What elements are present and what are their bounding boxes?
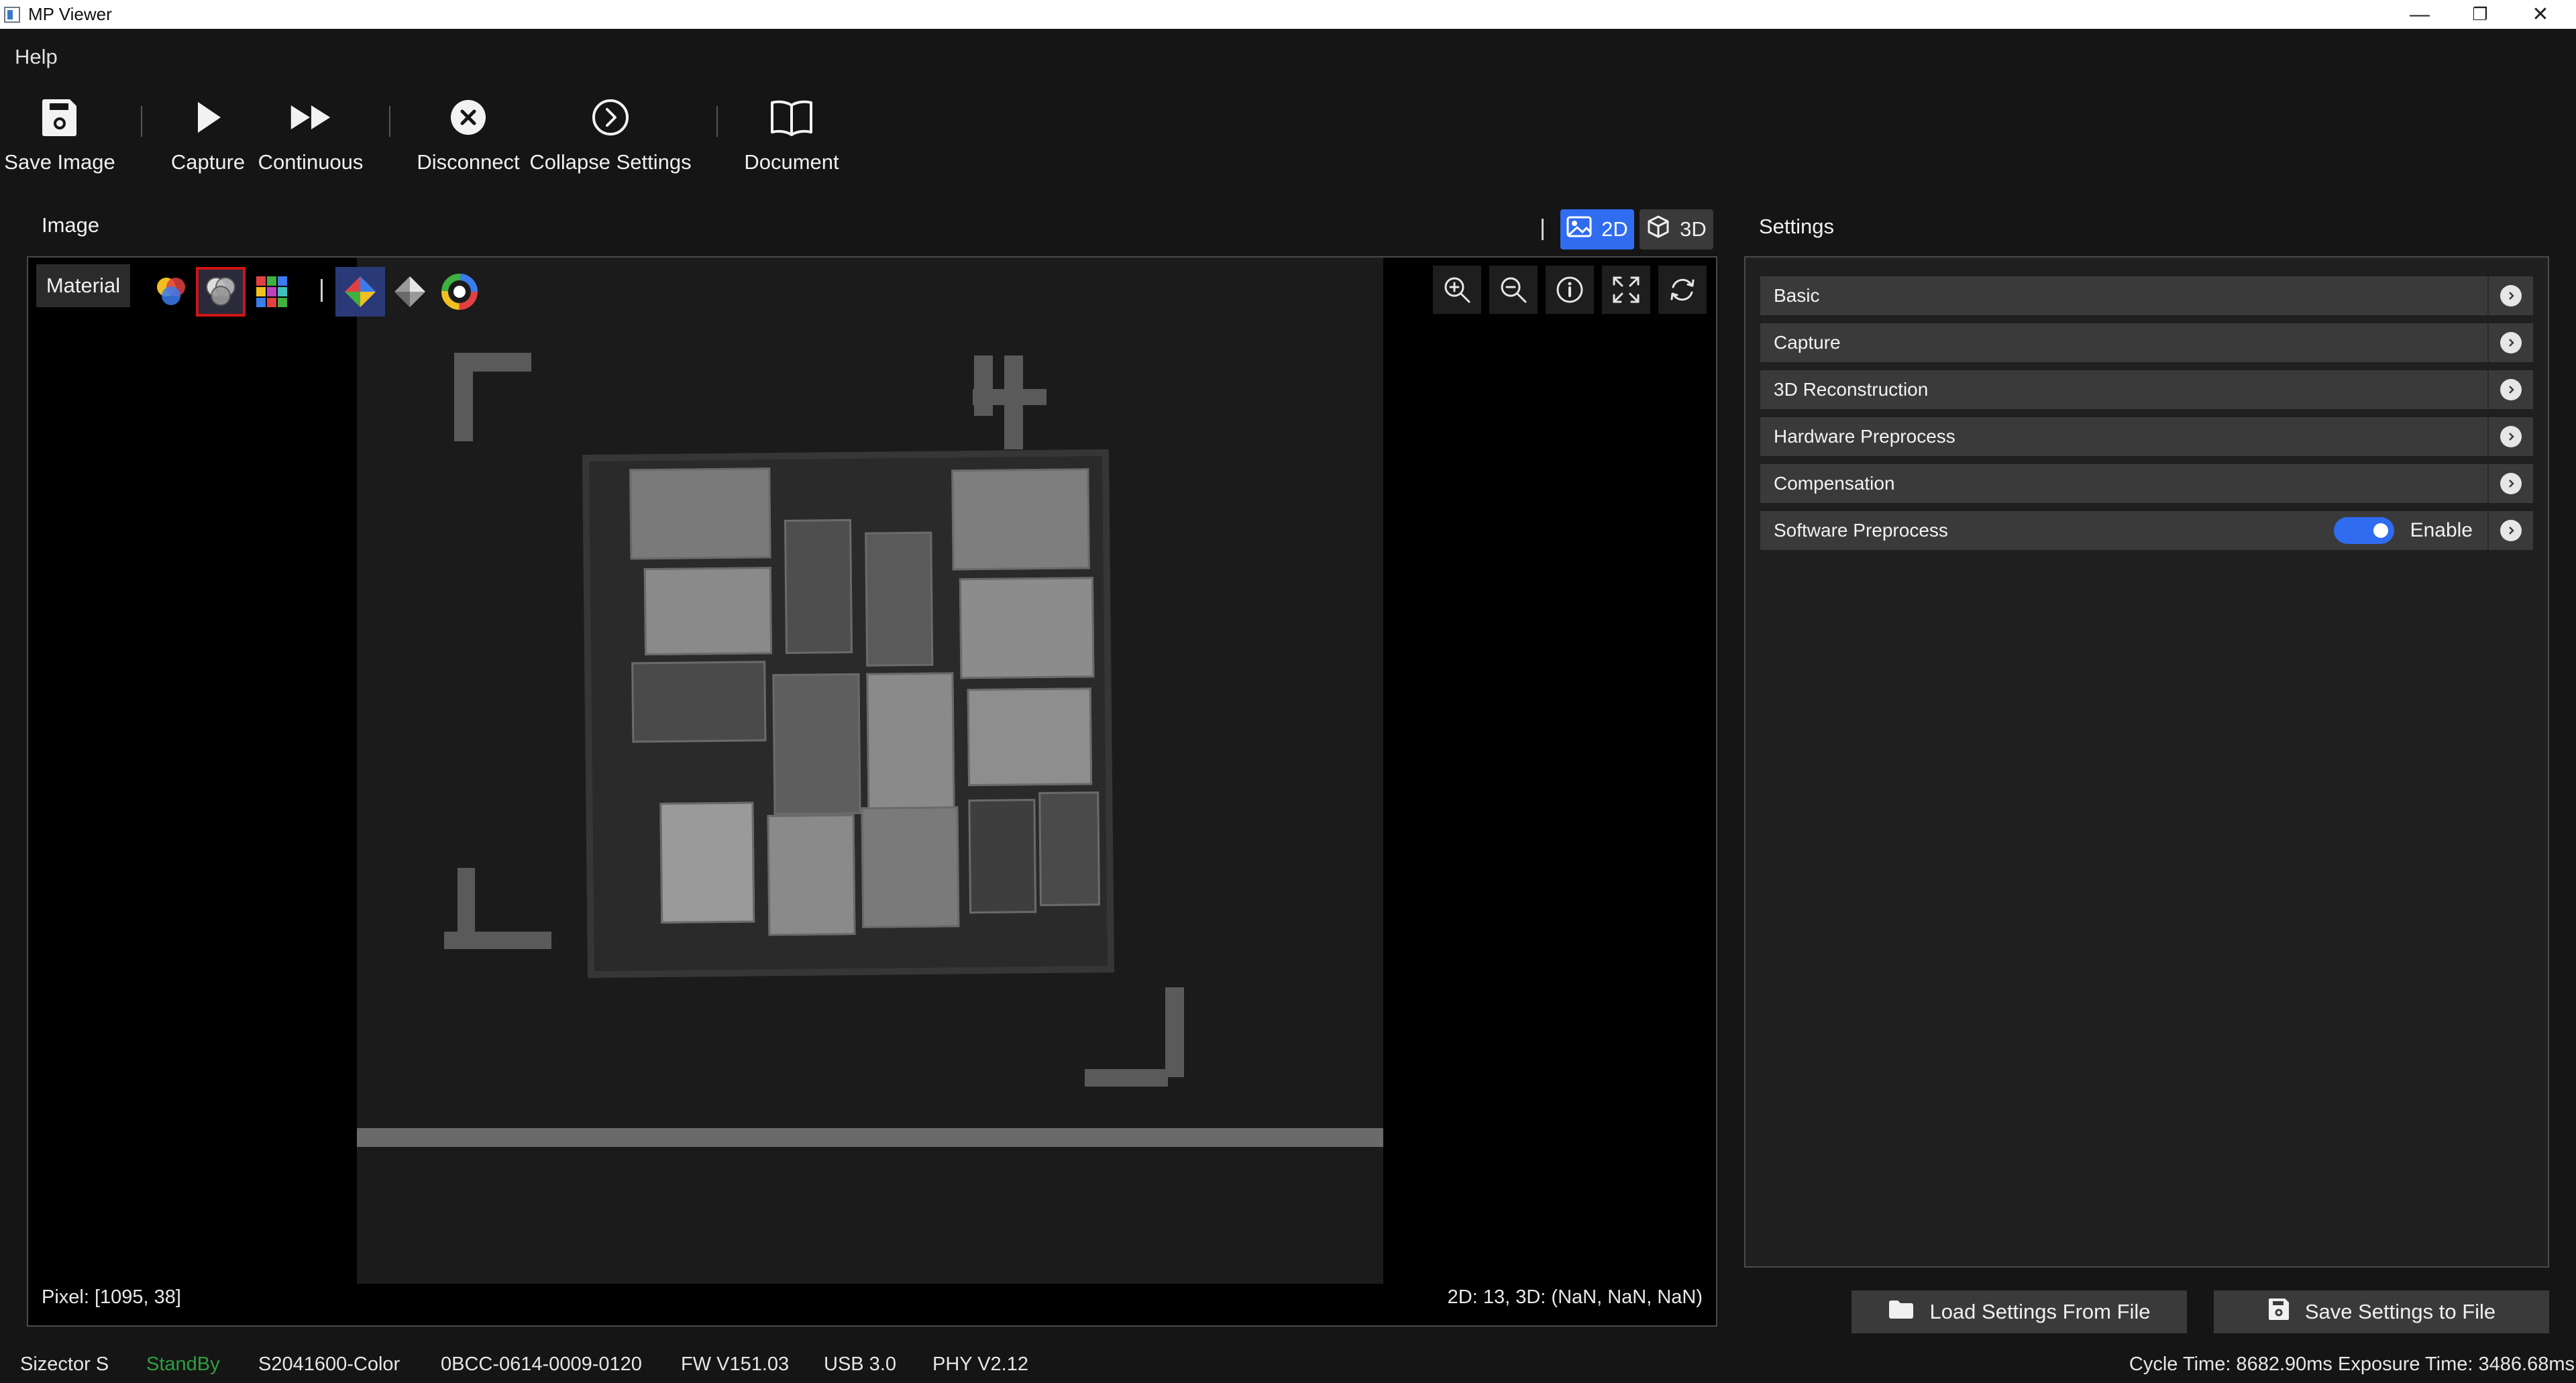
disconnect-icon bbox=[446, 95, 490, 140]
view-2d-label: 2D bbox=[1601, 217, 1628, 241]
chevron-right-circle-icon bbox=[588, 95, 633, 140]
menu-bar: Help bbox=[0, 29, 2576, 86]
depth-color-map-icon[interactable] bbox=[335, 267, 385, 317]
cube-icon bbox=[1646, 215, 1670, 244]
device-id: 0BCC-0614-0009-0120 bbox=[441, 1353, 642, 1375]
main-toolbar: Save Image Capture Continuous Disconnect… bbox=[0, 86, 2576, 186]
color-wheel-icon[interactable] bbox=[435, 267, 484, 317]
settings-section-3d-reconstruction[interactable]: 3D Reconstruction bbox=[1760, 370, 2533, 409]
view-3d-button[interactable]: 3D bbox=[1640, 209, 1713, 250]
capture-label: Capture bbox=[170, 150, 246, 174]
menu-help[interactable]: Help bbox=[15, 45, 58, 69]
view-3d-label: 3D bbox=[1680, 217, 1707, 241]
expand-button[interactable] bbox=[2487, 464, 2533, 503]
chevron-right-icon bbox=[2500, 473, 2522, 494]
load-settings-label: Load Settings From File bbox=[1929, 1300, 2151, 1323]
image-panel-title: Image bbox=[42, 213, 100, 237]
restore-button[interactable]: ❐ bbox=[2450, 0, 2510, 29]
depth-gray-map-icon[interactable] bbox=[385, 267, 435, 317]
expand-button[interactable] bbox=[2487, 417, 2533, 456]
software-preprocess-toggle[interactable] bbox=[2333, 517, 2394, 544]
save-image-label: Save Image bbox=[4, 150, 115, 174]
save-settings-label: Save Settings to File bbox=[2304, 1300, 2496, 1323]
document-button[interactable]: Document bbox=[735, 86, 849, 186]
collapse-settings-button[interactable]: Collapse Settings bbox=[527, 86, 694, 186]
status-bar: Sizector S StandBy S2041600-Color 0BCC-0… bbox=[0, 1344, 2576, 1383]
expand-button[interactable] bbox=[2487, 370, 2533, 409]
continuous-label: Continuous bbox=[258, 150, 364, 174]
chevron-right-icon bbox=[2500, 332, 2522, 353]
save-icon bbox=[2267, 1297, 2290, 1327]
settings-panel: Basic Capture 3D Reconstruction Hardware… bbox=[1744, 256, 2549, 1268]
chevron-right-icon bbox=[2500, 285, 2522, 307]
section-label: Basic bbox=[1774, 285, 1820, 306]
settings-section-capture[interactable]: Capture bbox=[1760, 323, 2533, 362]
zoom-in-icon[interactable] bbox=[1433, 266, 1481, 314]
grayscale-channels-icon[interactable] bbox=[196, 267, 246, 317]
settings-section-hardware-preprocess[interactable]: Hardware Preprocess bbox=[1760, 417, 2533, 456]
image-viewport[interactable]: Material Pixel: [1095, 38] 2D: 13, 3D: (… bbox=[27, 256, 1717, 1327]
material-button[interactable]: Material bbox=[36, 264, 130, 307]
rgb-channels-icon[interactable] bbox=[146, 267, 196, 317]
section-label: Software Preprocess bbox=[1774, 520, 1948, 541]
disconnect-label: Disconnect bbox=[417, 150, 520, 174]
expand-button[interactable] bbox=[2487, 276, 2533, 315]
book-icon bbox=[769, 95, 814, 140]
zoom-out-icon[interactable] bbox=[1489, 266, 1538, 314]
image-icon bbox=[1566, 216, 1592, 243]
folder-icon bbox=[1888, 1298, 1915, 1325]
value-readout: 2D: 13, 3D: (NaN, NaN, NaN) bbox=[1447, 1286, 1703, 1308]
collapse-settings-label: Collapse Settings bbox=[529, 150, 692, 174]
section-label: Compensation bbox=[1774, 473, 1895, 494]
phy-version: PHY V2.12 bbox=[932, 1353, 1028, 1375]
section-label: 3D Reconstruction bbox=[1774, 379, 1929, 400]
chevron-right-icon bbox=[2500, 379, 2522, 400]
app-icon bbox=[4, 7, 20, 23]
settings-section-software-preprocess[interactable]: Software Preprocess Enable bbox=[1760, 511, 2533, 550]
usb-version: USB 3.0 bbox=[824, 1353, 896, 1375]
save-image-button[interactable]: Save Image bbox=[0, 86, 119, 186]
load-settings-button[interactable]: Load Settings From File bbox=[1851, 1290, 2187, 1333]
capture-button[interactable]: Capture bbox=[161, 86, 255, 186]
section-label: Hardware Preprocess bbox=[1774, 426, 1955, 447]
chevron-right-icon bbox=[2500, 520, 2522, 541]
zoom-toolbar bbox=[1433, 266, 1709, 314]
play-icon bbox=[186, 95, 230, 140]
close-button[interactable]: ✕ bbox=[2510, 0, 2571, 29]
view-2d-button[interactable]: 2D bbox=[1560, 209, 1634, 250]
refresh-icon[interactable] bbox=[1658, 266, 1707, 314]
pixel-readout: Pixel: [1095, 38] bbox=[42, 1286, 181, 1308]
toggle-label: Enable bbox=[2410, 519, 2473, 541]
continuous-button[interactable]: Continuous bbox=[255, 86, 366, 186]
camera-state: StandBy bbox=[146, 1353, 220, 1375]
settings-section-basic[interactable]: Basic bbox=[1760, 276, 2533, 315]
disconnect-button[interactable]: Disconnect bbox=[413, 86, 524, 186]
firmware-version: FW V151.03 bbox=[681, 1353, 790, 1375]
expand-button[interactable] bbox=[2487, 323, 2533, 362]
document-label: Document bbox=[744, 150, 839, 174]
save-icon bbox=[38, 95, 82, 140]
settings-panel-title: Settings bbox=[1759, 215, 1835, 238]
camera-model: Sizector S bbox=[20, 1353, 109, 1375]
fit-to-window-icon[interactable] bbox=[1602, 266, 1650, 314]
title-bar: MP Viewer — ❐ ✕ bbox=[0, 0, 2576, 29]
color-grid-icon[interactable] bbox=[247, 267, 297, 317]
info-icon[interactable] bbox=[1546, 266, 1594, 314]
section-label: Capture bbox=[1774, 332, 1841, 353]
expand-button[interactable] bbox=[2487, 511, 2533, 550]
fast-forward-icon bbox=[288, 95, 333, 140]
timing-info: Cycle Time: 8682.90ms Exposure Time: 348… bbox=[2129, 1353, 2575, 1375]
save-settings-button[interactable]: Save Settings to File bbox=[2214, 1290, 2549, 1333]
chevron-right-icon bbox=[2500, 426, 2522, 447]
window-title: MP Viewer bbox=[28, 4, 112, 24]
settings-section-compensation[interactable]: Compensation bbox=[1760, 464, 2533, 503]
minimize-button[interactable]: — bbox=[2390, 0, 2450, 29]
camera-serial: S2041600-Color bbox=[258, 1353, 400, 1375]
captured-image bbox=[357, 258, 1383, 1284]
